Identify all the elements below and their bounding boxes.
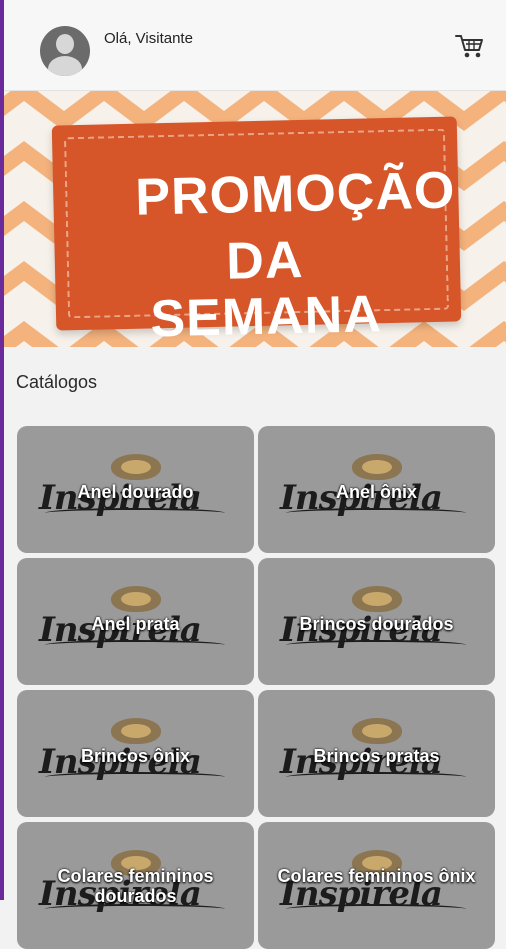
catalog-item[interactable]: Inspirela Colares femininos ônix	[258, 822, 495, 949]
shopping-cart-icon[interactable]	[454, 32, 484, 60]
section-title: Catálogos	[16, 372, 98, 392]
catalog-item[interactable]: Inspirela Colares femininos dourados	[17, 822, 254, 949]
promo-ticket: PROMOÇÃO DA SEMANA	[51, 116, 462, 347]
catalog-item[interactable]: Inspirela Anel prata	[17, 558, 254, 685]
catalog-item-label: Colares femininos dourados	[57, 866, 214, 906]
catalog-item[interactable]: Inspirela Brincos dourados	[258, 558, 495, 685]
catalog-item-label: Brincos dourados	[299, 614, 454, 634]
greeting-text: Olá, Visitante	[104, 30, 193, 47]
catalog-item[interactable]: Inspirela Brincos pratas	[258, 690, 495, 817]
promo-title-line1: PROMOÇÃO	[134, 161, 456, 227]
catalog-grid: Inspirela Anel dourado Inspirela Anel ôn…	[17, 426, 495, 949]
catalog-item-label: Anel dourado	[77, 482, 194, 502]
catalog-item-label: Anel prata	[91, 614, 180, 634]
catalog-item-label: Brincos ônix	[80, 746, 191, 766]
catalog-item[interactable]: Inspirela Brincos ônix	[17, 690, 254, 817]
catalog-item[interactable]: Inspirela Anel ônix	[258, 426, 495, 553]
promo-banner[interactable]: PROMOÇÃO DA SEMANA	[4, 91, 506, 347]
catalog-item-label: Colares femininos ônix	[277, 866, 476, 886]
catalog-item[interactable]: Inspirela Anel dourado	[17, 426, 254, 553]
app-header: Olá, Visitante	[4, 0, 506, 91]
screen-edge	[0, 0, 4, 900]
user-avatar-icon[interactable]	[40, 26, 90, 76]
catalog-item-label: Anel ônix	[335, 482, 417, 502]
promo-title-line2: DA SEMANA	[149, 230, 383, 347]
catalog-item-label: Brincos pratas	[313, 746, 440, 766]
